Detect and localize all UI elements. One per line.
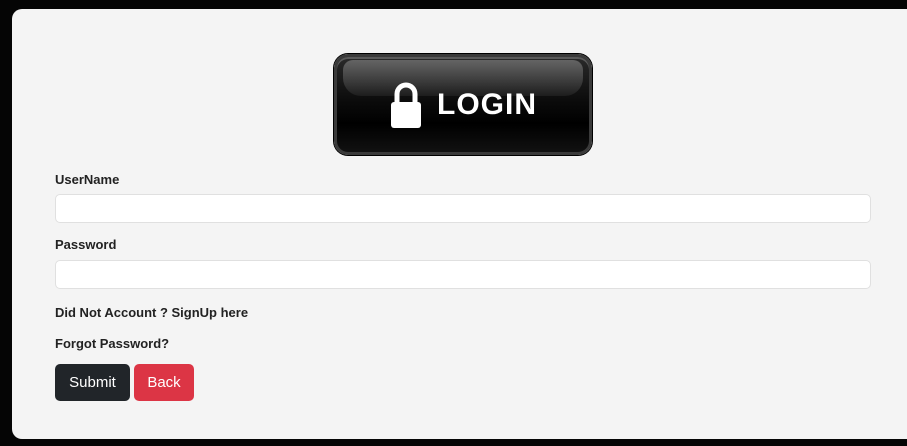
back-button[interactable]: Back	[134, 364, 194, 401]
password-label: Password	[55, 237, 117, 252]
forgot-password-link[interactable]: Forgot Password?	[55, 336, 169, 351]
banner-title: LOGIN	[437, 87, 537, 121]
lock-icon	[391, 82, 421, 128]
submit-button[interactable]: Submit	[55, 364, 130, 401]
password-input[interactable]	[55, 260, 871, 289]
window-frame: LOGIN UserName Password Did Not Account …	[0, 0, 907, 446]
signup-link[interactable]: Did Not Account ? SignUp here	[55, 305, 248, 320]
username-input[interactable]	[55, 194, 871, 223]
login-panel: LOGIN UserName Password Did Not Account …	[12, 9, 907, 439]
username-label: UserName	[55, 172, 120, 187]
login-banner: LOGIN	[334, 54, 592, 155]
